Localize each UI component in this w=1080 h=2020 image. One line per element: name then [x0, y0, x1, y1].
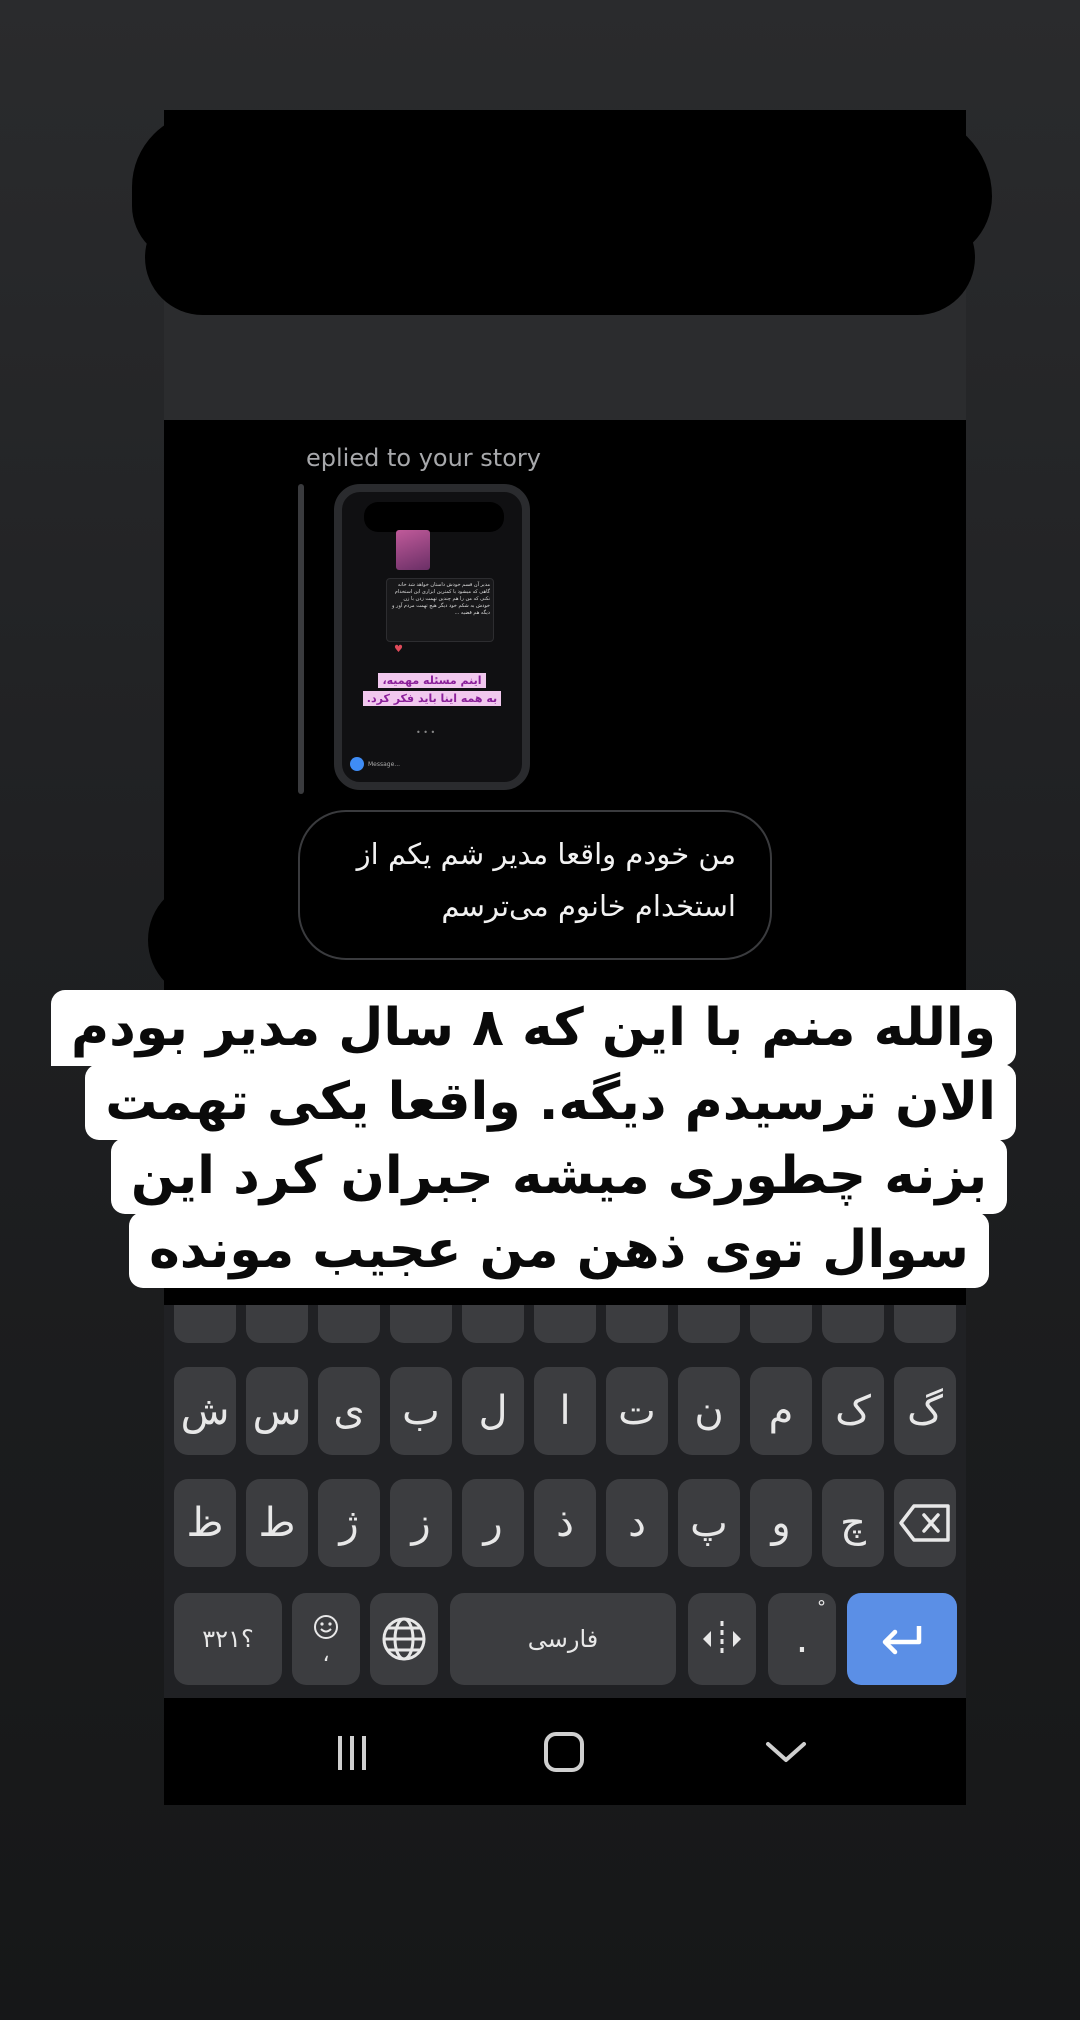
- key-letter[interactable]: و: [750, 1479, 812, 1567]
- recents-button[interactable]: [322, 1728, 382, 1778]
- story-thumbnail[interactable]: مدیر آن قسم خودش داستان خواهد شد خانه گا…: [334, 484, 530, 790]
- redaction-blob: [145, 200, 975, 315]
- key-letter[interactable]: ز: [390, 1479, 452, 1567]
- key-hidden[interactable]: [894, 1305, 956, 1343]
- thumbnail-image: [396, 530, 430, 570]
- key-hidden[interactable]: [462, 1305, 524, 1343]
- key-letter[interactable]: ر: [462, 1479, 524, 1567]
- heart-icon: ♥: [394, 644, 403, 655]
- home-button[interactable]: [534, 1728, 594, 1778]
- key-hidden[interactable]: [174, 1305, 236, 1343]
- globe-icon: [382, 1617, 426, 1661]
- key-letter[interactable]: ل: [462, 1367, 524, 1455]
- message-text-line: من خودم واقعا مدیر شم یکم از: [356, 837, 736, 871]
- caption-line: سوال توی ذهن من عجیب مونده: [129, 1212, 989, 1288]
- thumbnail-caption: اینم مسئله مهمیه، به همه اینا باید فکر ک…: [362, 672, 502, 708]
- enter-icon: [882, 1626, 922, 1655]
- key-letter[interactable]: ن: [678, 1367, 740, 1455]
- home-icon: [544, 1732, 584, 1772]
- backspace-key[interactable]: [894, 1479, 956, 1567]
- story-reply-label: eplied to your story: [306, 444, 541, 472]
- enter-key[interactable]: [847, 1593, 957, 1685]
- recents-icon: [338, 1736, 366, 1770]
- thumbnail-caption-line: اینم مسئله مهمیه،: [378, 673, 486, 688]
- key-letter[interactable]: ش: [174, 1367, 236, 1455]
- key-letter[interactable]: ا: [534, 1367, 596, 1455]
- period-key-hint: °: [817, 1597, 826, 1618]
- key-hidden[interactable]: [750, 1305, 812, 1343]
- key-letter[interactable]: ذ: [534, 1479, 596, 1567]
- key-hidden[interactable]: [390, 1305, 452, 1343]
- language-key[interactable]: [370, 1593, 438, 1685]
- emoji-comma-key[interactable]: ،: [292, 1593, 360, 1685]
- key-letter[interactable]: چ: [822, 1479, 884, 1567]
- cursor-move-icon: [703, 1621, 741, 1657]
- story-caption-overlay: والله منم با این که ۸ سال مدیر بودم الان…: [51, 990, 1016, 1288]
- emoji-icon: [314, 1615, 338, 1639]
- thumbnail-redaction: [364, 502, 504, 532]
- key-hidden[interactable]: [606, 1305, 668, 1343]
- thumbnail-dots: • • •: [416, 728, 436, 737]
- thumbnail-text-card: مدیر آن قسم خودش داستان خواهد شد خانه گا…: [386, 578, 494, 642]
- key-letter[interactable]: گ: [894, 1367, 956, 1455]
- thumbnail-caption-line: به همه اینا باید فکر کرد.: [362, 691, 502, 706]
- key-letter[interactable]: ی: [318, 1367, 380, 1455]
- key-letter[interactable]: پ: [678, 1479, 740, 1567]
- key-hidden[interactable]: [534, 1305, 596, 1343]
- key-hidden[interactable]: [822, 1305, 884, 1343]
- caption-line: بزنه چطوری میشه جبران کرد این: [110, 1138, 1008, 1214]
- key-letter[interactable]: ظ: [174, 1479, 236, 1567]
- back-chevron-icon: [766, 1742, 806, 1762]
- numbers-key[interactable]: ؟۳۲۱: [174, 1593, 282, 1685]
- thumbnail-message-placeholder: Message...: [368, 760, 401, 768]
- key-hidden[interactable]: [318, 1305, 380, 1343]
- cursor-key[interactable]: [688, 1593, 756, 1685]
- key-letter[interactable]: م: [750, 1367, 812, 1455]
- key-letter[interactable]: ک: [822, 1367, 884, 1455]
- backspace-icon: [899, 1504, 950, 1542]
- message-text-line: استخدام خانوم می‌ترسم: [441, 889, 736, 923]
- key-letter[interactable]: س: [246, 1367, 308, 1455]
- thumbnail-message-bar: Message...: [350, 754, 514, 774]
- message-bubble[interactable]: من خودم واقعا مدیر شم یکم از استخدام خان…: [298, 810, 772, 960]
- key-letter[interactable]: ط: [246, 1479, 308, 1567]
- key-hidden[interactable]: [246, 1305, 308, 1343]
- back-button[interactable]: [756, 1728, 816, 1778]
- key-letter[interactable]: ژ: [318, 1479, 380, 1567]
- key-letter[interactable]: ب: [390, 1367, 452, 1455]
- camera-icon: [350, 757, 364, 771]
- period-key[interactable]: ° .: [768, 1593, 836, 1685]
- persian-keyboard: گ ک م ن ت ا ل ب ی س ش چ و پ د ذ ر ز ژ ط …: [164, 1305, 966, 1698]
- space-key[interactable]: فارسی: [450, 1593, 676, 1685]
- system-nav-bar: [164, 1698, 966, 1805]
- key-letter[interactable]: د: [606, 1479, 668, 1567]
- key-hidden[interactable]: [678, 1305, 740, 1343]
- comma-label: ،: [322, 1642, 330, 1667]
- reply-indicator-bar: [298, 484, 304, 794]
- period-label: .: [795, 1616, 809, 1662]
- caption-line: الان ترسیدم دیگه. واقعا یکی تهمت: [85, 1064, 1016, 1140]
- caption-line: والله منم با این که ۸ سال مدیر بودم: [51, 990, 1016, 1066]
- key-letter[interactable]: ت: [606, 1367, 668, 1455]
